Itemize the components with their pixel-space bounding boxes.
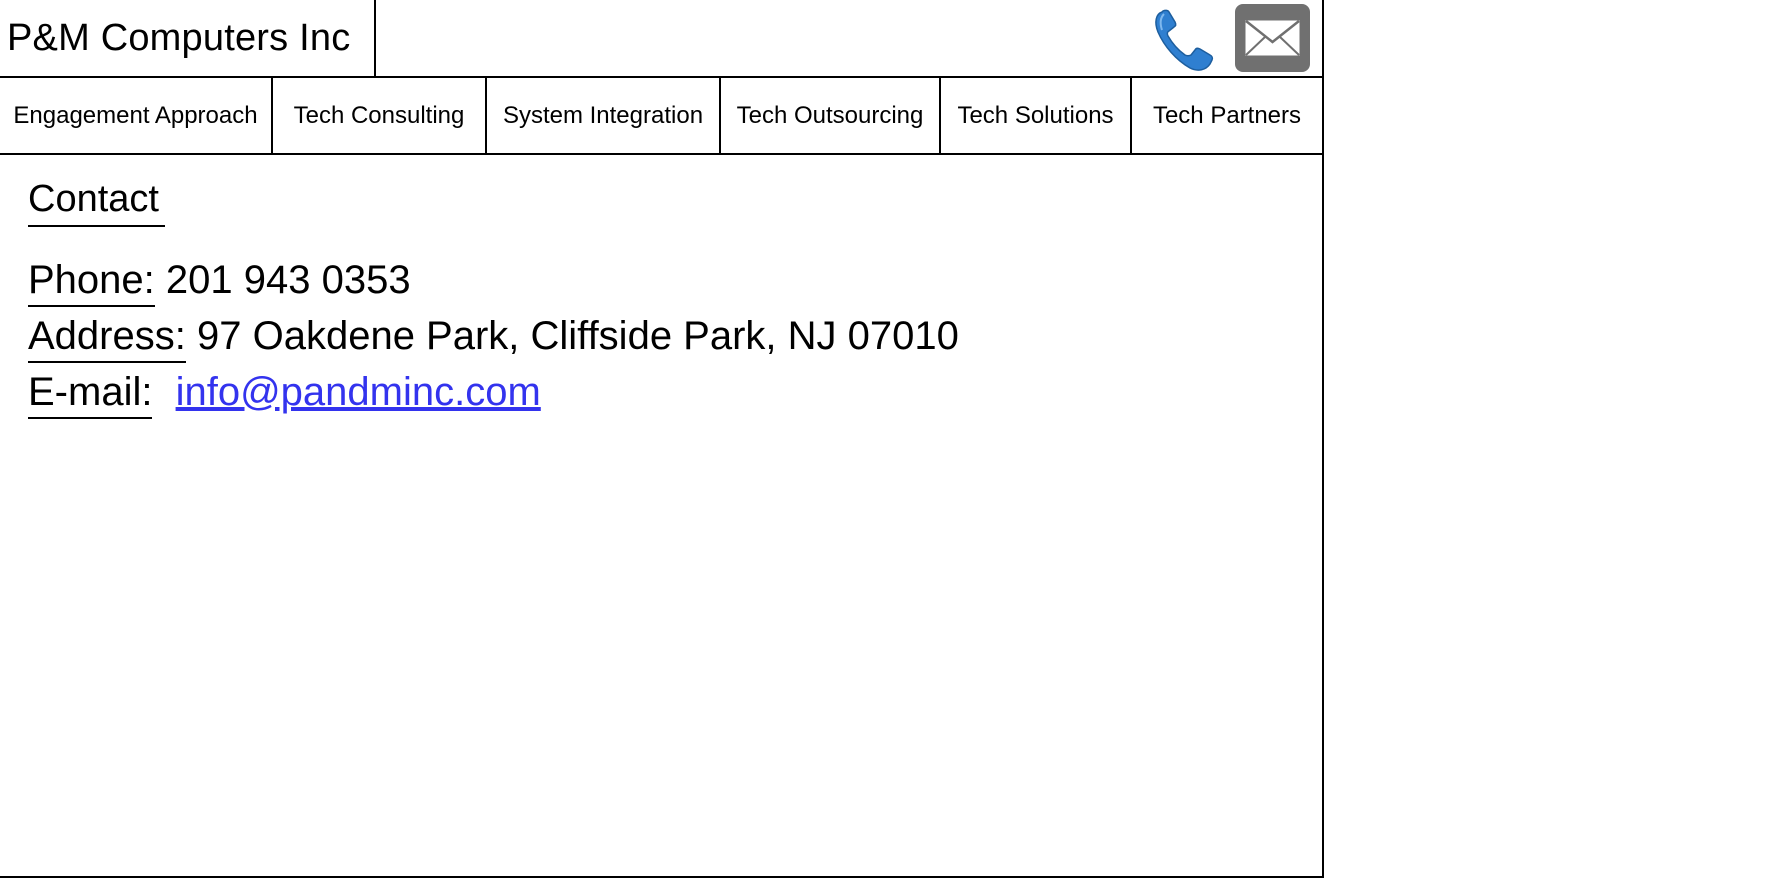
nav-item-engagement-approach[interactable]: Engagement Approach xyxy=(0,78,273,153)
nav-item-label: System Integration xyxy=(502,101,704,129)
site-header: P&M Computers Inc xyxy=(0,0,1322,78)
address-label: Address: xyxy=(28,314,186,363)
nav-item-tech-outsourcing[interactable]: Tech Outsourcing xyxy=(721,78,941,153)
phone-value: 201 943 0353 xyxy=(165,258,411,302)
page-frame: P&M Computers Inc Engagement Approach Te… xyxy=(0,0,1324,878)
page-title: Contact xyxy=(28,178,165,227)
contact-section: Contact Phone: 201 943 0353 Address: 97 … xyxy=(28,178,959,419)
address-row: Address: 97 Oakdene Park, Cliffside Park… xyxy=(28,314,959,363)
phone-icon[interactable] xyxy=(1152,6,1216,72)
nav-item-label: Tech Outsourcing xyxy=(736,101,924,129)
company-name: P&M Computers Inc xyxy=(7,16,351,59)
email-label: E-mail: xyxy=(28,370,153,419)
nav-item-label: Tech Solutions xyxy=(957,101,1114,129)
address-value: 97 Oakdene Park, Cliffside Park, NJ 0701… xyxy=(196,314,959,358)
nav-item-tech-consulting[interactable]: Tech Consulting xyxy=(273,78,487,153)
mail-icon[interactable] xyxy=(1235,4,1310,72)
nav-item-label: Tech Partners xyxy=(1152,101,1302,129)
phone-label: Phone: xyxy=(28,258,155,307)
nav-item-tech-solutions[interactable]: Tech Solutions xyxy=(941,78,1132,153)
logo-box[interactable]: P&M Computers Inc xyxy=(0,0,376,76)
email-row: E-mail: info@pandminc.com xyxy=(28,370,541,419)
nav-item-label: Engagement Approach xyxy=(13,101,258,129)
main-nav: Engagement Approach Tech Consulting Syst… xyxy=(0,78,1322,155)
email-link[interactable]: info@pandminc.com xyxy=(176,370,541,414)
phone-row: Phone: 201 943 0353 xyxy=(28,258,411,307)
nav-item-system-integration[interactable]: System Integration xyxy=(487,78,721,153)
nav-item-tech-partners[interactable]: Tech Partners xyxy=(1132,78,1322,153)
nav-item-label: Tech Consulting xyxy=(293,101,465,129)
